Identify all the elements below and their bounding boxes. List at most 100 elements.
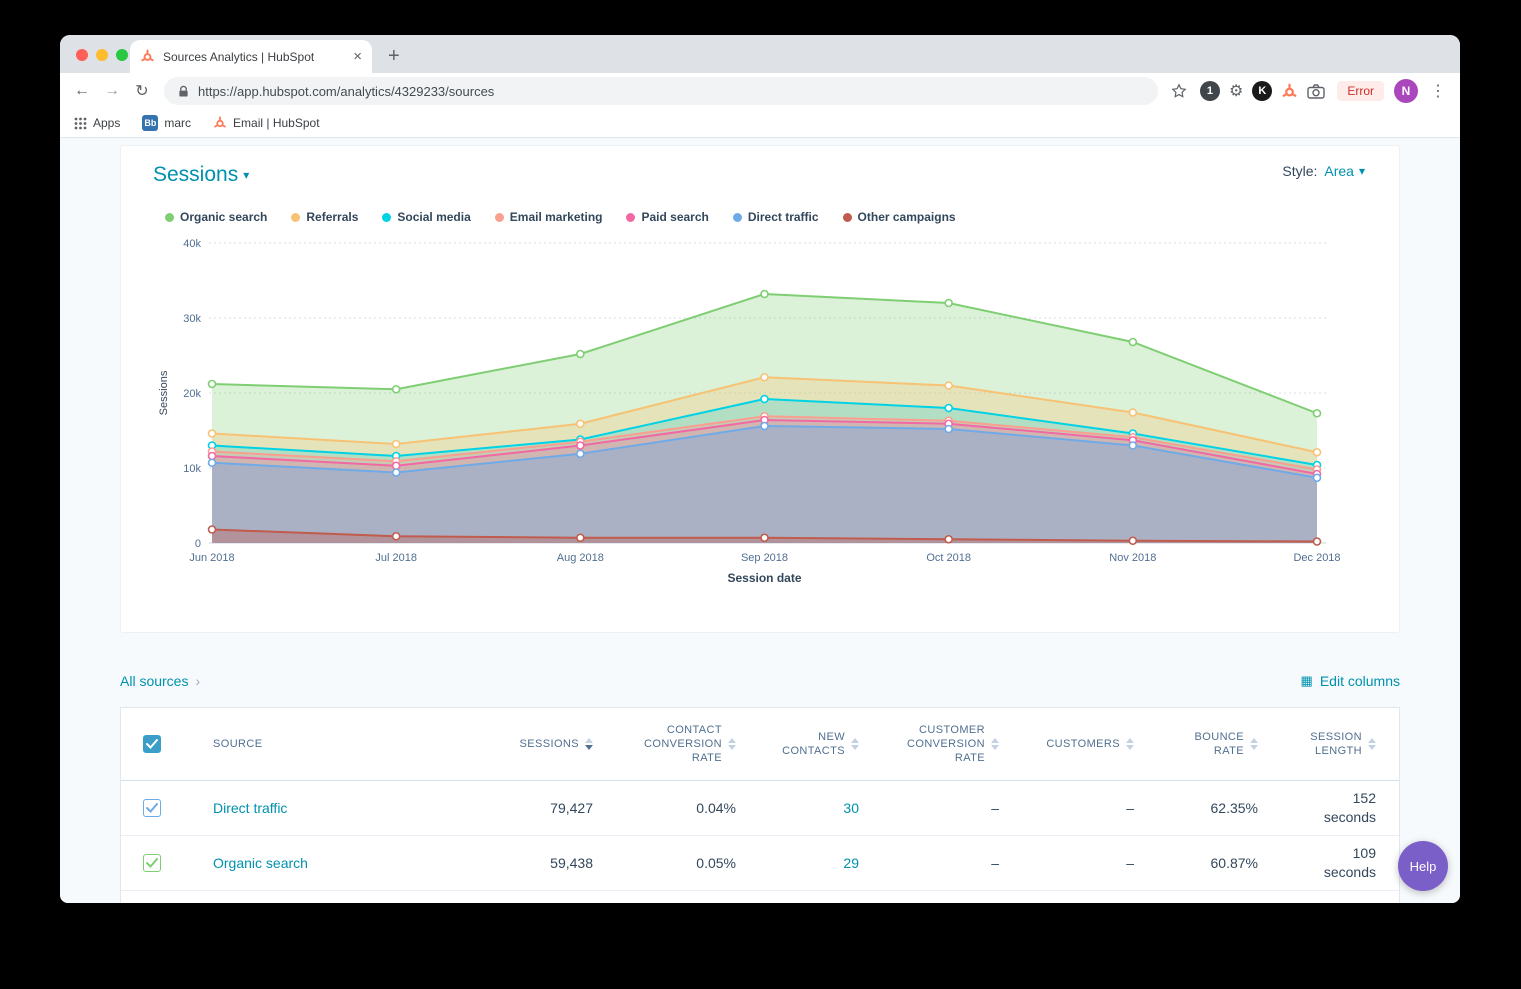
- data-point[interactable]: [1129, 442, 1136, 449]
- sessions-chart-card: Sessions ▾ Style: Area ▾ Organic search R…: [120, 145, 1400, 633]
- cell-source[interactable]: Organic search: [181, 855, 371, 871]
- y-tick-label: 30k: [183, 313, 201, 325]
- data-point[interactable]: [1129, 409, 1136, 416]
- column-header-source[interactable]: SOURCE: [181, 737, 371, 751]
- data-point[interactable]: [945, 426, 952, 433]
- cell-new_contacts[interactable]: 29: [736, 855, 859, 871]
- tab-close-icon[interactable]: ×: [353, 49, 362, 64]
- column-header-text: SESSIONLENGTH: [1310, 730, 1362, 758]
- profile-avatar[interactable]: N: [1394, 79, 1418, 103]
- extension-hubspot-icon[interactable]: [1281, 83, 1298, 100]
- data-point[interactable]: [209, 526, 216, 533]
- sort-icon[interactable]: [1250, 738, 1258, 750]
- legend-item[interactable]: Referrals: [291, 210, 358, 224]
- help-button[interactable]: Help: [1398, 841, 1448, 891]
- data-point[interactable]: [577, 351, 584, 358]
- extension-notification-icon[interactable]: 1: [1200, 81, 1220, 101]
- legend-dot-icon: [626, 213, 635, 222]
- minimize-window-button[interactable]: [96, 49, 108, 61]
- data-point[interactable]: [1314, 410, 1321, 417]
- legend-item[interactable]: Direct traffic: [733, 210, 819, 224]
- data-point[interactable]: [393, 386, 400, 393]
- column-header-sessions[interactable]: SESSIONS: [371, 737, 593, 751]
- data-point[interactable]: [393, 533, 400, 540]
- legend-item[interactable]: Paid search: [626, 210, 708, 224]
- data-point[interactable]: [761, 534, 768, 541]
- data-point[interactable]: [577, 534, 584, 541]
- legend-item[interactable]: Social media: [382, 210, 470, 224]
- sort-icon[interactable]: [1368, 738, 1376, 750]
- column-header-customer_conversion_rate[interactable]: CUSTOMERCONVERSIONRATE: [859, 723, 999, 765]
- select-all-checkbox[interactable]: [143, 735, 161, 753]
- data-point[interactable]: [577, 450, 584, 457]
- data-point[interactable]: [393, 469, 400, 476]
- extension-k-icon[interactable]: K: [1252, 81, 1272, 101]
- data-point[interactable]: [1129, 339, 1136, 346]
- data-point[interactable]: [209, 381, 216, 388]
- forward-button[interactable]: →: [98, 77, 126, 105]
- cell-source[interactable]: Direct traffic: [181, 800, 371, 816]
- row-checkbox[interactable]: [143, 854, 161, 872]
- new-tab-button[interactable]: +: [388, 46, 400, 66]
- close-window-button[interactable]: [76, 49, 88, 61]
- extension-camera-icon[interactable]: [1307, 84, 1325, 99]
- zoom-window-button[interactable]: [116, 49, 128, 61]
- apps-shortcut[interactable]: Apps: [74, 116, 120, 130]
- sessions-title-dropdown[interactable]: Sessions ▾: [153, 163, 249, 187]
- extension-gear-icon[interactable]: ⚙: [1229, 81, 1243, 101]
- data-point[interactable]: [945, 300, 952, 307]
- data-point[interactable]: [945, 382, 952, 389]
- sort-icon[interactable]: [851, 738, 859, 750]
- cell-new_contacts[interactable]: 30: [736, 800, 859, 816]
- edit-columns-button[interactable]: ▦ Edit columns: [1301, 673, 1400, 689]
- bookmark-star-icon[interactable]: [1166, 78, 1192, 104]
- data-point[interactable]: [209, 459, 216, 466]
- column-header-label: SOURCE: [213, 737, 262, 751]
- bookmark-marc[interactable]: Bb marc: [142, 115, 191, 131]
- data-point[interactable]: [1129, 537, 1136, 544]
- column-header-session_length[interactable]: SESSIONLENGTH: [1258, 730, 1401, 758]
- reload-button[interactable]: ↻: [128, 77, 156, 105]
- style-selector[interactable]: Area ▾: [1324, 163, 1365, 179]
- data-point[interactable]: [1314, 449, 1321, 456]
- address-bar[interactable]: https://app.hubspot.com/analytics/432923…: [164, 77, 1158, 105]
- column-header-bounce_rate[interactable]: BOUNCERATE: [1134, 730, 1258, 758]
- url-text[interactable]: https://app.hubspot.com/analytics/432923…: [198, 84, 494, 99]
- legend-item[interactable]: Organic search: [165, 210, 267, 224]
- data-point[interactable]: [945, 536, 952, 543]
- style-label: Style:: [1282, 163, 1317, 179]
- browser-tab[interactable]: Sources Analytics | HubSpot ×: [130, 40, 372, 73]
- data-point[interactable]: [393, 441, 400, 448]
- sort-icon[interactable]: [728, 738, 736, 750]
- data-point[interactable]: [577, 420, 584, 427]
- data-point[interactable]: [761, 374, 768, 381]
- back-button[interactable]: ←: [68, 77, 96, 105]
- data-point[interactable]: [1314, 474, 1321, 481]
- error-status-badge[interactable]: Error: [1337, 81, 1384, 101]
- sort-icon[interactable]: [991, 738, 999, 750]
- data-point[interactable]: [945, 405, 952, 412]
- data-point[interactable]: [761, 423, 768, 430]
- legend-item[interactable]: Other campaigns: [843, 210, 956, 224]
- breadcrumb-all-sources[interactable]: All sources ›: [120, 673, 200, 689]
- column-header-contact_conversion_rate[interactable]: CONTACTCONVERSIONRATE: [593, 723, 736, 765]
- column-header-new_contacts[interactable]: NEWCONTACTS: [736, 730, 859, 758]
- data-point[interactable]: [761, 396, 768, 403]
- browser-menu-icon[interactable]: ⋮: [1424, 81, 1452, 101]
- table-row: 169 seconds: [121, 891, 1399, 903]
- data-point[interactable]: [761, 291, 768, 298]
- sessions-chart: 010k20k30k40kJun 2018Jul 2018Aug 2018Sep…: [121, 227, 1401, 602]
- sort-icon[interactable]: [585, 738, 593, 750]
- check-icon: [146, 803, 158, 813]
- cell-customer_conversion_rate: –: [859, 800, 999, 816]
- x-tick-label: Jun 2018: [189, 552, 234, 564]
- column-header-customers[interactable]: CUSTOMERS: [999, 737, 1134, 751]
- data-point[interactable]: [1314, 538, 1321, 545]
- check-icon: [146, 739, 158, 749]
- legend-item[interactable]: Email marketing: [495, 210, 603, 224]
- row-checkbox[interactable]: [143, 799, 161, 817]
- bookmark-email-hubspot[interactable]: Email | HubSpot: [213, 116, 320, 130]
- data-point[interactable]: [577, 442, 584, 449]
- sort-icon[interactable]: [1126, 738, 1134, 750]
- data-point[interactable]: [209, 430, 216, 437]
